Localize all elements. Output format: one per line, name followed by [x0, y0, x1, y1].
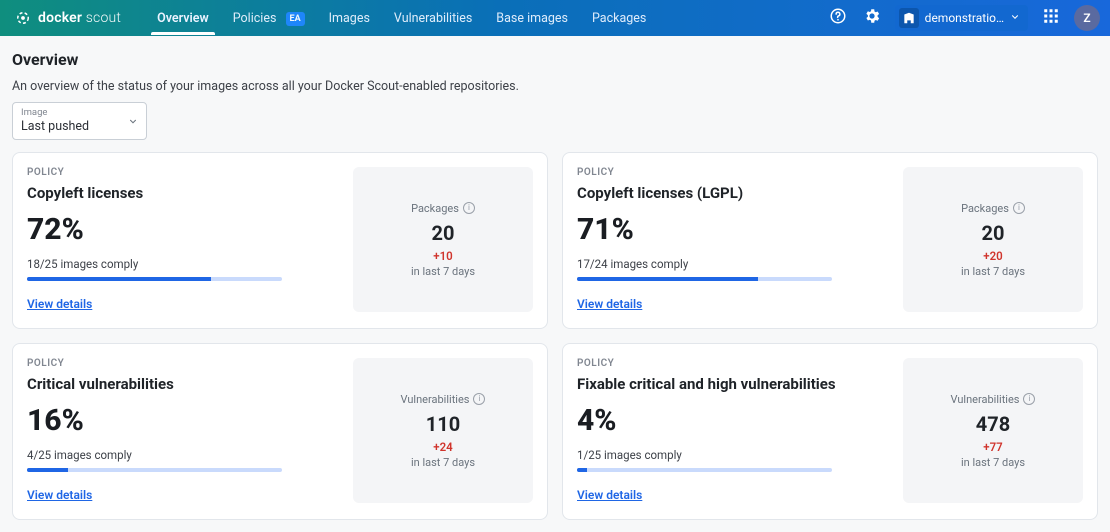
apps-button[interactable] [1040, 7, 1062, 29]
compliance-bar [27, 277, 282, 281]
avatar-initial: Z [1083, 11, 1090, 25]
card-side-panel: Vulnerabilities i 478 +77 in last 7 days [903, 358, 1083, 503]
card-title: Fixable critical and high vulnerabilitie… [577, 375, 893, 393]
side-value: 110 [426, 412, 460, 436]
user-avatar[interactable]: Z [1074, 5, 1100, 31]
card-title: Critical vulnerabilities [27, 375, 343, 393]
compliance-bar [577, 468, 832, 472]
view-details-link[interactable]: View details [577, 297, 642, 311]
side-value: 20 [982, 221, 1005, 245]
policy-cards-grid: POLICY Copyleft licenses 72% 18/25 image… [12, 152, 1098, 520]
side-delta: +77 [983, 440, 1002, 454]
side-days: in last 7 days [961, 265, 1025, 278]
card-compliance: 18/25 images comply [27, 257, 343, 271]
gear-icon [863, 7, 881, 29]
tab-label: Policies [233, 11, 277, 26]
image-picker[interactable]: Image Last pushed [12, 102, 147, 140]
card-eyebrow: POLICY [27, 167, 343, 178]
compliance-bar-fill [577, 277, 758, 281]
tab-label: Base images [496, 11, 568, 26]
info-icon[interactable]: i [463, 202, 475, 214]
card-percent: 16% [27, 403, 343, 438]
card-eyebrow: POLICY [577, 167, 893, 178]
apps-grid-icon [1042, 7, 1060, 29]
card-compliance: 1/25 images comply [577, 448, 893, 462]
card-percent: 72% [27, 212, 343, 247]
org-name: demonstratio… [925, 11, 1004, 25]
tab-packages[interactable]: Packages [582, 2, 656, 35]
card-compliance: 4/25 images comply [27, 448, 343, 462]
side-days: in last 7 days [961, 456, 1025, 469]
side-delta: +24 [433, 440, 452, 454]
top-nav: docker scout Overview Policies EA Images… [0, 0, 1110, 36]
brand-text: docker scout [38, 10, 121, 26]
side-header: Packages i [961, 202, 1025, 215]
side-header: Vulnerabilities i [401, 393, 486, 406]
card-percent: 4% [577, 403, 893, 438]
tab-vulnerabilities[interactable]: Vulnerabilities [384, 2, 482, 35]
tab-base-images[interactable]: Base images [486, 2, 578, 35]
image-picker-value: Last pushed [21, 119, 138, 134]
page-title: Overview [12, 50, 1098, 69]
policy-card: POLICY Copyleft licenses (LGPL) 71% 17/2… [562, 152, 1098, 329]
docker-scout-logo-icon [14, 9, 32, 27]
chevron-down-icon [1010, 11, 1020, 25]
chevron-down-icon [128, 112, 138, 131]
building-icon [899, 8, 919, 28]
settings-button[interactable] [861, 7, 883, 29]
card-side-panel: Packages i 20 +20 in last 7 days [903, 167, 1083, 312]
side-days: in last 7 days [411, 456, 475, 469]
tab-label: Vulnerabilities [394, 11, 472, 26]
side-value: 20 [432, 221, 455, 245]
side-header: Packages i [411, 202, 475, 215]
tab-overview[interactable]: Overview [147, 2, 219, 35]
nav-actions: demonstratio… Z [827, 5, 1100, 31]
card-title: Copyleft licenses [27, 184, 343, 202]
card-side-panel: Vulnerabilities i 110 +24 in last 7 days [353, 358, 533, 503]
compliance-bar-fill [27, 468, 68, 472]
side-value: 478 [976, 412, 1010, 436]
compliance-bar-fill [577, 468, 587, 472]
brand[interactable]: docker scout [14, 9, 121, 27]
info-icon[interactable]: i [1023, 393, 1035, 405]
tab-label: Overview [157, 11, 209, 26]
view-details-link[interactable]: View details [577, 488, 642, 502]
card-eyebrow: POLICY [27, 358, 343, 369]
policy-card: POLICY Critical vulnerabilities 16% 4/25… [12, 343, 548, 520]
tab-policies[interactable]: Policies EA [223, 2, 315, 35]
side-days: in last 7 days [411, 265, 475, 278]
card-title: Copyleft licenses (LGPL) [577, 184, 893, 202]
info-icon[interactable]: i [473, 393, 485, 405]
org-switcher[interactable]: demonstratio… [895, 5, 1028, 31]
card-compliance: 17/24 images comply [577, 257, 893, 271]
compliance-bar-fill [27, 277, 211, 281]
tab-label: Packages [592, 11, 646, 26]
view-details-link[interactable]: View details [27, 488, 92, 502]
image-picker-label: Image [21, 107, 138, 118]
card-eyebrow: POLICY [577, 358, 893, 369]
help-button[interactable] [827, 7, 849, 29]
card-percent: 71% [577, 212, 893, 247]
ea-badge: EA [286, 12, 305, 26]
compliance-bar [27, 468, 282, 472]
info-icon[interactable]: i [1013, 202, 1025, 214]
side-header: Vulnerabilities i [951, 393, 1036, 406]
page-subtitle: An overview of the status of your images… [12, 79, 1098, 94]
nav-tabs: Overview Policies EA Images Vulnerabilit… [147, 2, 656, 35]
policy-card: POLICY Fixable critical and high vulnera… [562, 343, 1098, 520]
compliance-bar [577, 277, 832, 281]
side-delta: +20 [983, 249, 1002, 263]
policy-card: POLICY Copyleft licenses 72% 18/25 image… [12, 152, 548, 329]
side-delta: +10 [433, 249, 452, 263]
tab-images[interactable]: Images [319, 2, 380, 35]
view-details-link[interactable]: View details [27, 297, 92, 311]
tab-label: Images [329, 11, 370, 26]
help-icon [829, 7, 847, 29]
card-side-panel: Packages i 20 +10 in last 7 days [353, 167, 533, 312]
